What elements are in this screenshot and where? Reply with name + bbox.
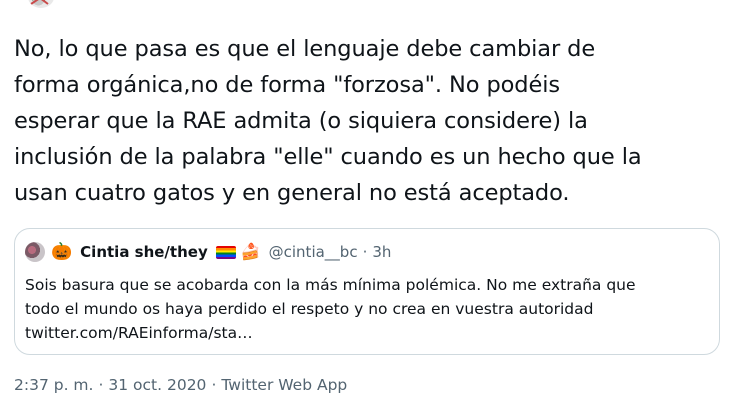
quoted-tweet-time[interactable]: 3h [372, 243, 391, 261]
tweet-source[interactable]: Twitter Web App [221, 376, 347, 394]
tweet-footer: 2:37 p. m. · 31 oct. 2020 · Twitter Web App [14, 376, 347, 394]
quoted-tweet-text: Sois basura que se acobarda con la más m… [25, 276, 636, 342]
rainbow-flag-icon [215, 245, 236, 259]
author-avatar[interactable] [28, 0, 54, 8]
quoted-tweet-card[interactable]: 🎃 Cintia she/they 🍰 @cintia__bc · 3h Soi… [14, 228, 720, 355]
quoted-tweet-header: 🎃 Cintia she/they 🍰 @cintia__bc · 3h [25, 240, 391, 264]
quoted-author-name[interactable]: Cintia she/they [80, 243, 208, 261]
pumpkin-emoji: 🎃 [51, 242, 73, 262]
cake-emoji: 🍰 [240, 242, 261, 261]
quoted-author-avatar[interactable] [25, 242, 45, 262]
header-separator: · [362, 243, 368, 261]
tweet-date[interactable]: 31 oct. 2020 [108, 376, 206, 394]
footer-separator: · [98, 376, 104, 394]
tweet-timestamp[interactable]: 2:37 p. m. [14, 376, 93, 394]
tweet-text: No, lo que pasa es que el lenguaje debe … [14, 36, 642, 206]
footer-separator: · [211, 376, 217, 394]
quoted-author-handle[interactable]: @cintia__bc [269, 243, 358, 261]
